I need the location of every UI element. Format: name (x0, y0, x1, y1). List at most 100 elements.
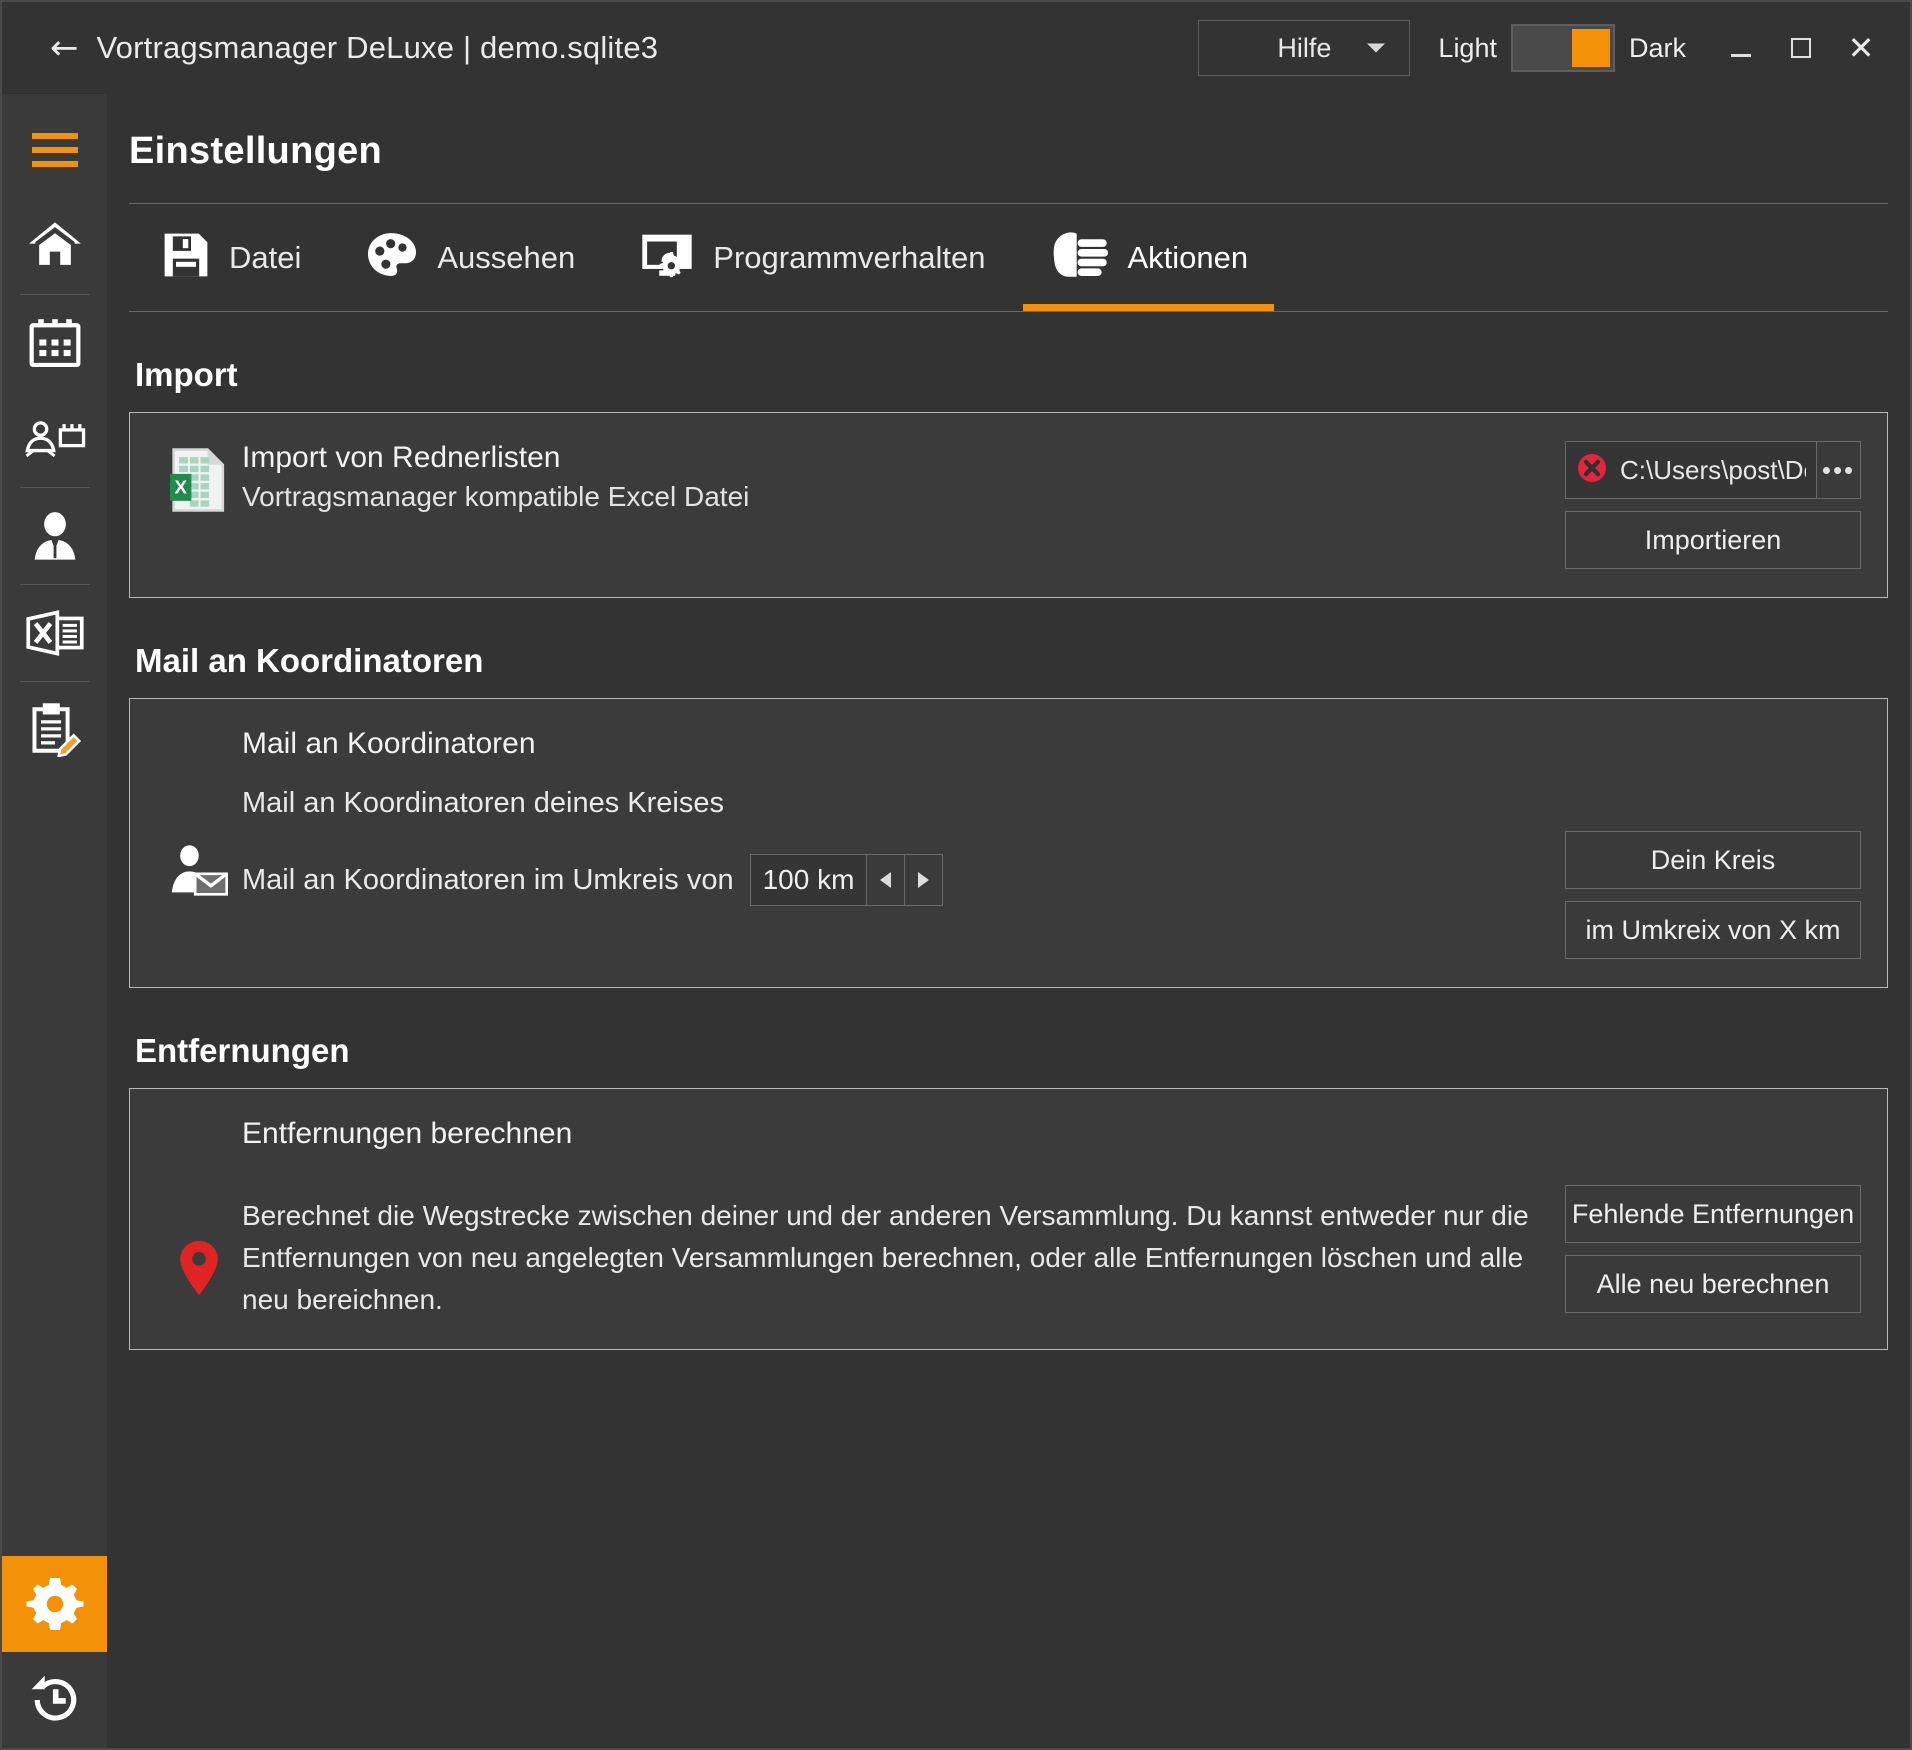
excel-icon (25, 608, 85, 658)
close-button[interactable]: ✕ (1834, 21, 1888, 75)
sidebar (2, 94, 107, 1748)
distance-item-title: Entfernungen berechnen (242, 1117, 573, 1150)
import-button[interactable]: Importieren (1565, 511, 1861, 569)
import-row-text: Import von Rednerlisten Vortragsmanager … (242, 441, 1565, 513)
excel-file-icon: X (168, 447, 230, 518)
distance-actions: Fehlende Entfernungen Alle neu berechnen (1565, 1177, 1861, 1313)
distance-panel: Entfernungen berechnen Berechnet die Weg… (129, 1088, 1888, 1350)
map-pin-icon (177, 1239, 221, 1302)
palette-icon (365, 231, 419, 284)
theme-toggle-knob (1571, 29, 1610, 67)
sidebar-item-calendar[interactable] (2, 295, 107, 391)
import-path-box[interactable]: C:\Users\post\Docu (1565, 441, 1817, 499)
tab-datei[interactable]: Datei (129, 204, 333, 311)
minimize-button[interactable] (1714, 21, 1768, 75)
mail-line-umkreis: Mail an Koordinatoren im Umkreis von 100… (242, 854, 1541, 906)
mail-line-kreis: Mail an Koordinatoren deines Kreises (242, 787, 1541, 820)
sidebar-item-excel-export[interactable] (2, 585, 107, 681)
person-icon (28, 510, 82, 562)
theme-toggle[interactable] (1510, 24, 1615, 72)
dark-theme-label: Dark (1628, 32, 1686, 63)
back-arrow-icon[interactable]: ← (50, 31, 79, 65)
hamburger-icon (31, 133, 78, 167)
mail-row-text: Mail an Koordinatoren deines Kreises Mai… (242, 787, 1565, 906)
theme-toggle-track (1515, 29, 1572, 67)
gear-icon (25, 1574, 85, 1634)
mail-line-kreis-label: Mail an Koordinatoren deines Kreises (242, 787, 724, 819)
section-heading-entfernungen: Entfernungen (135, 1032, 350, 1069)
section-heading-import: Import (135, 356, 238, 393)
tabs-container: Datei Aussehen Programmverhalten Aktione… (107, 203, 1910, 311)
browse-button[interactable]: ••• (1817, 441, 1861, 499)
import-row-icon: X (156, 441, 242, 518)
page-title: Einstellungen (129, 130, 383, 172)
dein-kreis-button[interactable]: Dein Kreis (1565, 831, 1861, 889)
window-body: Einstellungen Datei Aussehen Programmver… (2, 94, 1910, 1748)
app-window: ← Vortragsmanager DeLuxe | demo.sqlite3 … (0, 0, 1912, 1750)
person-mail-icon (168, 843, 230, 902)
sidebar-item-history[interactable] (2, 1652, 107, 1748)
umkreis-button[interactable]: im Umkreix von X km (1565, 901, 1861, 959)
speaker-podium-icon (24, 417, 86, 461)
calendar-icon (27, 317, 83, 369)
svg-text:X: X (174, 477, 187, 498)
tab-label: Aktionen (1127, 239, 1249, 275)
settings-tabs: Datei Aussehen Programmverhalten Aktione… (129, 203, 1888, 311)
sidebar-item-menu-toggle[interactable] (2, 102, 107, 198)
recalculate-all-button[interactable]: Alle neu berechnen (1565, 1255, 1861, 1313)
distance-description: Berechnet die Wegstrecke zwischen deiner… (242, 1200, 1529, 1315)
monitor-gear-icon (639, 231, 695, 284)
distance-row-icon (156, 1177, 242, 1302)
mail-actions: Dein Kreis im Umkreix von X km (1565, 787, 1861, 959)
tab-label: Programmverhalten (713, 239, 986, 275)
radius-increment-button[interactable] (905, 854, 944, 906)
window-controls: ✕ (1714, 21, 1888, 75)
history-clock-icon (27, 1672, 83, 1728)
light-theme-label: Light (1438, 32, 1497, 63)
error-circle-x-icon (1576, 452, 1608, 489)
floppy-disk-icon (161, 230, 211, 285)
sidebar-item-speakers[interactable] (2, 391, 107, 487)
mail-row-icon (156, 787, 242, 902)
radius-decrement-button[interactable] (867, 854, 906, 906)
distance-row: Berechnet die Wegstrecke zwischen deiner… (156, 1177, 1861, 1321)
content-area: Einstellungen Datei Aussehen Programmver… (107, 94, 1910, 1748)
chevron-down-icon (1367, 43, 1386, 53)
radius-stepper[interactable]: 100 km (749, 854, 944, 906)
missing-distances-button[interactable]: Fehlende Entfernungen (1565, 1185, 1861, 1243)
app-title: Vortragsmanager DeLuxe | demo.sqlite3 (96, 30, 659, 65)
import-subtitle: Vortragsmanager kompatible Excel Datei (242, 481, 750, 512)
home-icon (26, 220, 84, 272)
sidebar-item-person[interactable] (2, 488, 107, 584)
mail-item-title: Mail an Koordinatoren (242, 727, 536, 760)
import-title: Import von Rednerlisten (242, 441, 561, 474)
sidebar-item-settings[interactable] (2, 1556, 107, 1652)
distance-row-text: Berechnet die Wegstrecke zwischen deiner… (242, 1177, 1565, 1321)
radius-value[interactable]: 100 km (749, 854, 868, 906)
help-dropdown-label: Hilfe (1277, 32, 1332, 63)
tab-label: Aussehen (437, 239, 576, 275)
help-dropdown[interactable]: Hilfe (1198, 20, 1411, 76)
import-panel: X Import von Rednerlisten Vortragsmanage… (129, 412, 1888, 598)
import-row: X Import von Rednerlisten Vortragsmanage… (156, 441, 1861, 569)
title-bar: ← Vortragsmanager DeLuxe | demo.sqlite3 … (2, 2, 1910, 94)
tab-aussehen[interactable]: Aussehen (333, 204, 607, 311)
mail-row: Mail an Koordinatoren deines Kreises Mai… (156, 787, 1861, 959)
tab-label: Datei (229, 239, 302, 275)
mail-line-umkreis-label: Mail an Koordinatoren im Umkreis von (242, 863, 734, 896)
triangle-right-icon (918, 872, 930, 888)
settings-scroll-area[interactable]: Import X Import von Rednerlisten Vortrag… (107, 312, 1910, 1748)
sidebar-item-notes[interactable] (2, 682, 107, 778)
import-path-value: C:\Users\post\Docu (1620, 454, 1806, 485)
import-path-field[interactable]: C:\Users\post\Docu ••• (1565, 441, 1861, 499)
maximize-button[interactable] (1774, 21, 1828, 75)
import-actions: C:\Users\post\Docu ••• Importieren (1565, 441, 1861, 569)
titlebar-controls: Hilfe Light Dark ✕ (1198, 20, 1888, 76)
clipboard-edit-icon (27, 703, 83, 757)
pointing-hand-icon (1049, 228, 1109, 287)
section-heading-mail: Mail an Koordinatoren (135, 642, 484, 679)
tab-aktionen[interactable]: Aktionen (1017, 204, 1280, 311)
tab-programmverhalten[interactable]: Programmverhalten (607, 204, 1017, 311)
sidebar-item-home[interactable] (2, 198, 107, 294)
mail-panel: Mail an Koordinatoren Mail an Koordinato… (129, 698, 1888, 988)
